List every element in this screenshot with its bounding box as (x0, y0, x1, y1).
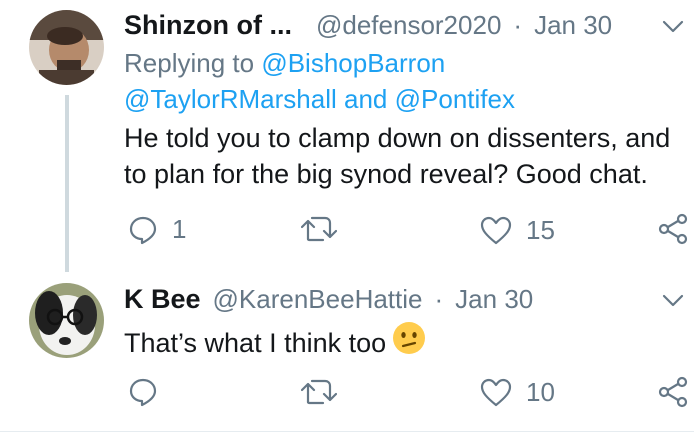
mention-link[interactable]: @Pontifex (395, 84, 515, 114)
tweet-text-line: to plan for the big synod reveal? Good c… (124, 159, 648, 189)
divider (0, 431, 694, 432)
tweet-text-line: He told you to clamp down on dissenters,… (124, 123, 671, 153)
reply-button[interactable] (128, 377, 172, 407)
share-button[interactable] (657, 376, 689, 408)
chevron-down-icon[interactable] (662, 20, 684, 39)
reply-icon (129, 216, 157, 244)
chevron-down-icon[interactable] (662, 294, 684, 313)
like-count: 15 (526, 215, 555, 245)
share-icon (658, 213, 688, 245)
like-button[interactable]: 10 (480, 377, 555, 408)
avatar[interactable] (29, 10, 104, 85)
reply-count: 1 (172, 214, 187, 244)
display-name[interactable]: Shinzon of ... (124, 10, 292, 41)
timestamp[interactable]: Jan 30 (534, 10, 612, 41)
retweet-icon (301, 216, 337, 242)
retweet-button[interactable] (301, 215, 351, 243)
mention-join: and (344, 84, 388, 114)
avatar-image (29, 283, 104, 358)
replying-to-continued: @TaylorRMarshall and @Pontifex (124, 81, 515, 117)
confused-face-emoji (392, 321, 426, 364)
heart-icon (480, 216, 512, 244)
like-count: 10 (526, 377, 555, 407)
like-button[interactable]: 15 (480, 215, 555, 246)
heart-icon (480, 378, 512, 406)
tweet-text-line: That’s what I think too (124, 327, 387, 358)
handle[interactable]: @KarenBeeHattie (213, 284, 423, 315)
retweet-button[interactable] (301, 378, 351, 406)
thread-line (65, 95, 69, 272)
tweet-text: He told you to clamp down on dissenters,… (124, 120, 670, 192)
display-name[interactable]: K Bee (124, 284, 201, 315)
tweet-header: K Bee @KarenBeeHattie · Jan 30 (124, 284, 533, 315)
replying-prefix: Replying to (124, 48, 255, 78)
separator: · (513, 10, 523, 40)
replying-to: Replying to @BishopBarron (124, 45, 445, 81)
reply-icon (129, 378, 157, 407)
timestamp[interactable]: Jan 30 (455, 284, 533, 315)
tweet-header: Shinzon of ... @defensor2020 · Jan 30 (124, 10, 612, 41)
avatar[interactable] (29, 283, 104, 358)
avatar-image (29, 10, 104, 85)
retweet-icon (301, 379, 337, 405)
mention-link[interactable]: @BishopBarron (261, 48, 445, 78)
mention-link[interactable]: @TaylorRMarshall (124, 84, 337, 114)
reply-button[interactable]: 1 (128, 214, 186, 245)
separator: · (434, 284, 444, 314)
share-button[interactable] (657, 213, 689, 245)
handle[interactable]: @defensor2020 (316, 10, 501, 41)
tweet-text: That’s what I think too (124, 321, 426, 364)
share-icon (658, 376, 688, 408)
